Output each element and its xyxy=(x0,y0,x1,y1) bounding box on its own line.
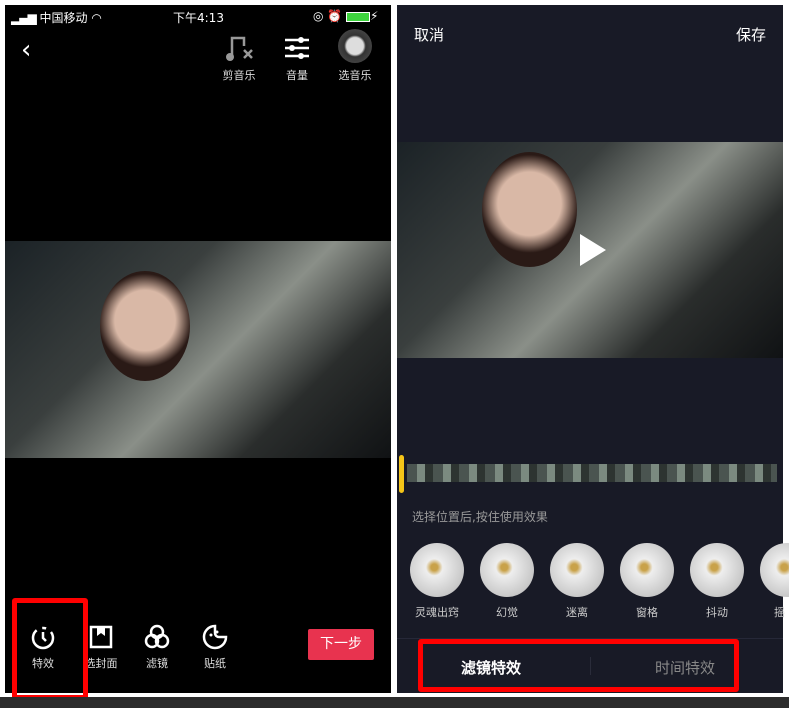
status-carrier: ▂▄▆ 中国移动 ◠ xyxy=(11,11,102,25)
music-cut-icon xyxy=(226,36,253,61)
tool-sticker[interactable]: 贴纸 xyxy=(197,623,233,671)
next-button[interactable]: 下一步 xyxy=(308,629,374,660)
effect-label: 摇 xyxy=(774,606,785,619)
playhead-handle[interactable] xyxy=(399,455,404,493)
save-button[interactable]: 保存 xyxy=(736,24,766,45)
tool-filter[interactable]: 滤镜 xyxy=(139,623,175,671)
effect-label: 窗格 xyxy=(636,606,658,619)
tool-label: 贴纸 xyxy=(204,657,226,670)
video-preview[interactable] xyxy=(397,142,783,358)
music-disc-icon xyxy=(338,29,372,63)
tool-cut-music[interactable]: 剪音乐 xyxy=(219,33,259,83)
effect-thumb[interactable] xyxy=(620,543,674,597)
tool-label: 选封面 xyxy=(84,657,118,670)
cancel-button[interactable]: 取消 xyxy=(414,24,444,45)
status-time: 下午4:13 xyxy=(173,11,224,25)
wifi-icon: ◠ xyxy=(91,11,102,25)
filter-icon xyxy=(144,624,170,649)
tool-label: 音量 xyxy=(286,69,308,82)
sticker-icon xyxy=(202,624,228,650)
effect-thumb[interactable] xyxy=(690,543,744,597)
tool-label: 剪音乐 xyxy=(222,69,256,82)
video-preview[interactable] xyxy=(5,241,391,458)
effect-thumb[interactable] xyxy=(550,543,604,597)
hint-text: 选择位置后,按住使用效果 xyxy=(412,510,548,524)
edit-screen: ▂▄▆ 中国移动 ◠ 下午4:13 ◎ ⏰ ⚡ ‹ 剪音乐 音量 选音乐 特效 … xyxy=(5,5,391,693)
tool-select-music[interactable]: 选音乐 xyxy=(333,29,377,83)
timeline-filmstrip[interactable] xyxy=(407,464,777,482)
highlight-box xyxy=(12,598,88,700)
tool-label: 选音乐 xyxy=(338,69,372,82)
effect-thumb[interactable] xyxy=(480,543,534,597)
effect-thumb[interactable] xyxy=(410,543,464,597)
effect-label: 幻觉 xyxy=(496,606,518,619)
tool-volume[interactable]: 音量 xyxy=(277,33,317,83)
battery-icon: ◎ ⏰ ⚡ xyxy=(313,9,379,23)
back-button[interactable]: ‹ xyxy=(21,35,31,65)
effect-label: 迷离 xyxy=(566,606,588,619)
tool-label: 滤镜 xyxy=(146,657,168,670)
play-icon[interactable] xyxy=(580,234,606,266)
effects-screen: 取消 保存 选择位置后,按住使用效果 灵魂出窍 幻觉 迷离 窗格 抖动 摇 滤镜… xyxy=(397,5,789,693)
sliders-icon xyxy=(285,37,309,59)
cover-icon xyxy=(89,625,113,649)
bottom-strip xyxy=(0,697,789,708)
effect-thumb[interactable] xyxy=(760,543,789,597)
effect-label: 灵魂出窍 xyxy=(415,606,459,619)
highlight-box xyxy=(418,639,739,692)
effect-label: 抖动 xyxy=(706,606,728,619)
